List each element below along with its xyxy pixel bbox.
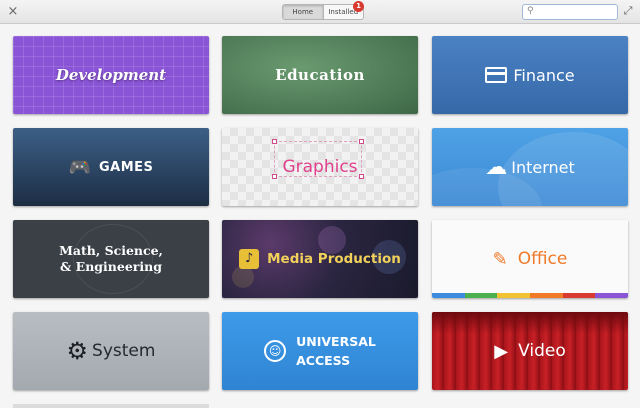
selection-handle — [272, 139, 277, 144]
category-label-line: ACCESS — [296, 353, 351, 368]
headerbar: × Home Installed 1 ⚲ ⤢ — [0, 0, 640, 24]
category-label: Finance — [513, 65, 575, 85]
media-icon: ♪ — [239, 249, 260, 269]
category-label: Video — [518, 341, 566, 361]
stripe-segment — [464, 293, 498, 298]
selection-handle — [359, 174, 364, 179]
play-icon: ▶ — [494, 340, 509, 362]
bokeh-light — [232, 266, 254, 288]
category-label-line: & Engineering — [60, 259, 162, 274]
category-science[interactable]: Math, Science, & Engineering — [13, 220, 209, 298]
search-icon: ⚲ — [527, 6, 534, 16]
stripe-segment — [530, 293, 563, 298]
category-label-line: UNIVERSAL — [296, 334, 376, 349]
category-office[interactable]: ✎ Office — [432, 220, 628, 298]
category-graphics[interactable]: Graphics — [222, 128, 418, 206]
category-label: UNIVERSAL ACCESS — [296, 332, 376, 370]
stripe-segment — [432, 293, 465, 298]
category-finance[interactable]: Finance — [432, 36, 628, 114]
category-label: Media Production — [267, 251, 401, 267]
card-icon — [485, 67, 508, 83]
category-label: Development — [55, 66, 167, 84]
category-media-production[interactable]: ♪ Media Production — [222, 220, 418, 298]
category-label: System — [92, 341, 156, 361]
close-icon[interactable]: × — [6, 5, 20, 19]
category-education[interactable]: Education — [222, 36, 418, 114]
stripe-segment — [497, 293, 531, 298]
selection-handle — [272, 174, 277, 179]
color-stripe — [432, 293, 628, 298]
category-system[interactable]: ⚙ System — [13, 312, 209, 390]
category-internet[interactable]: ☁ Internet — [432, 128, 628, 206]
category-universal-access[interactable]: ☺ UNIVERSAL ACCESS — [222, 312, 418, 390]
tab-home[interactable]: Home — [283, 5, 323, 19]
search-box[interactable]: ⚲ — [522, 4, 618, 20]
category-label: Education — [275, 66, 365, 84]
cloud-icon: ☁ — [485, 154, 508, 180]
accessibility-icon: ☺ — [264, 340, 287, 362]
next-row-tile — [13, 404, 209, 408]
gamepad-icon: 🎮 — [68, 156, 91, 178]
category-video[interactable]: ▶ Video — [432, 312, 628, 390]
pencil-icon: ✎ — [492, 248, 508, 270]
category-label-line: Math, Science, — [59, 243, 163, 258]
gear-icon: ⚙ — [66, 337, 89, 365]
category-development[interactable]: Development — [13, 36, 209, 114]
search-input[interactable] — [537, 6, 615, 18]
category-label: GAMES — [99, 159, 154, 175]
stripe-segment — [595, 293, 628, 298]
category-label: Internet — [511, 157, 575, 177]
maximize-icon[interactable]: ⤢ — [621, 4, 635, 18]
bokeh-light — [318, 226, 346, 254]
updates-badge: 1 — [353, 1, 364, 12]
category-label: Math, Science, & Engineering — [59, 243, 163, 275]
category-label: Office — [517, 249, 568, 269]
selection-handle — [359, 139, 364, 144]
stripe-segment — [562, 293, 596, 298]
category-games[interactable]: 🎮 GAMES — [13, 128, 209, 206]
category-label: Graphics — [282, 157, 358, 177]
view-mode-switcher: Home Installed — [282, 4, 364, 20]
